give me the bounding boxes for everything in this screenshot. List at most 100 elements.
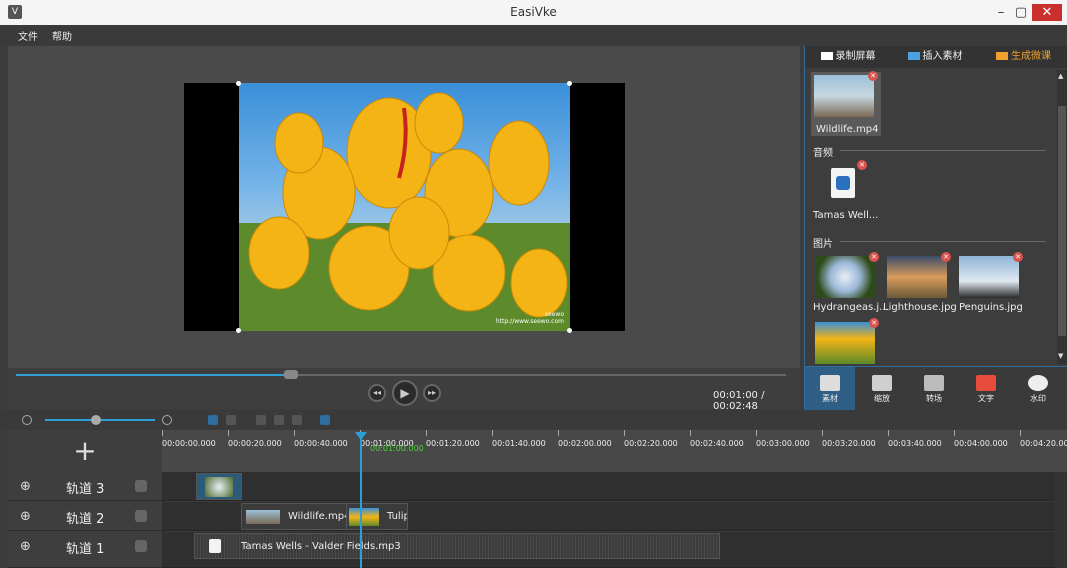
playhead-time: 00:01:00.000 xyxy=(370,444,424,453)
timeline-clip-audio[interactable]: Tamas Wells - Valder Fields.mp3 xyxy=(194,533,720,559)
media-scrollbar-thumb[interactable] xyxy=(1058,106,1066,336)
tool-watermark[interactable]: 水印 xyxy=(1013,367,1063,411)
video-frame[interactable]: seewo http://www.seewo.com xyxy=(184,81,625,333)
timeline-tick-label: 00:00:20.000 xyxy=(228,439,282,448)
track-visibility-icon[interactable]: ⊕ xyxy=(20,479,31,494)
timeline-tick xyxy=(294,430,295,436)
image-thumbnail: ✕ xyxy=(815,252,879,298)
delete-icon[interactable] xyxy=(320,415,330,425)
media-item-video[interactable]: ✕ Wildlife.mp4 xyxy=(811,71,881,136)
crop-handle[interactable] xyxy=(236,328,241,333)
video-image: seewo http://www.seewo.com xyxy=(239,83,570,331)
timeline-tick xyxy=(822,430,823,436)
scroll-down-icon[interactable]: ▼ xyxy=(1058,352,1063,360)
tab-record-screen[interactable]: 录制屏幕 xyxy=(805,46,891,68)
timeline-tick-label: 00:00:40.000 xyxy=(294,439,348,448)
track-header-1: ⊕ 轨道 1 xyxy=(8,532,162,568)
remove-icon[interactable]: ✕ xyxy=(869,318,879,328)
timeline-clip-image[interactable] xyxy=(196,473,242,500)
watermark-icon xyxy=(1028,375,1048,391)
restore-button[interactable]: ▢ xyxy=(1008,3,1034,22)
rewind-button[interactable]: ◂◂ xyxy=(368,384,386,402)
tool-transition[interactable]: 转场 xyxy=(909,367,959,411)
crop-handle[interactable] xyxy=(567,81,572,86)
tool-media[interactable]: 素材 xyxy=(805,367,855,411)
timeline-tick xyxy=(756,430,757,436)
timeline-tick-label: 00:02:20.000 xyxy=(624,439,678,448)
remove-icon[interactable]: ✕ xyxy=(868,71,878,81)
media-item-image[interactable]: ✕ xyxy=(815,318,879,364)
menu-file[interactable]: 文件 xyxy=(18,28,38,43)
media-item-image[interactable]: ✕ Penguins.jpg xyxy=(959,252,1023,313)
crop-handle[interactable] xyxy=(567,328,572,333)
timeline-tick-label: 00:04:20.000 xyxy=(1020,439,1067,448)
remove-icon[interactable]: ✕ xyxy=(857,160,867,170)
timeline-scrollbar[interactable] xyxy=(1055,472,1067,568)
close-button[interactable]: ✕ xyxy=(1032,4,1062,21)
remove-icon[interactable]: ✕ xyxy=(1013,252,1023,262)
timeline-tick xyxy=(162,430,163,436)
timeline-tick xyxy=(426,430,427,436)
monitor-icon xyxy=(872,375,892,391)
playback-controls: ◂◂ ▶ ▸▸ 00:01:00 / 00:02:48 xyxy=(8,368,800,412)
remove-icon[interactable]: ✕ xyxy=(869,252,879,262)
timeline-clip-video[interactable]: Wildlife.mp4 xyxy=(241,503,349,530)
zoom-out-icon[interactable] xyxy=(22,415,32,425)
tool-zoom[interactable]: 缩放 xyxy=(857,367,907,411)
lock-icon[interactable] xyxy=(135,510,147,522)
track-body-3[interactable] xyxy=(162,472,1055,501)
media-item-audio[interactable]: ✕ Tamas Well... xyxy=(813,160,878,222)
track-body-1[interactable]: Tamas Wells - Valder Fields.mp3 xyxy=(162,532,1055,568)
tool-text[interactable]: 文字 xyxy=(961,367,1011,411)
media-list: ✕ Wildlife.mp4 音频 ✕ Tamas Well... 图片 ✕ H… xyxy=(808,70,1052,364)
timeline-tick xyxy=(1020,430,1021,436)
timeline-tick-label: 00:02:00.000 xyxy=(558,439,612,448)
crop-handle[interactable] xyxy=(236,81,241,86)
media-panel: 录制屏幕 插入素材 生成微课 ✕ Wildlife.mp4 音频 ✕ Tamas… xyxy=(804,46,1067,411)
timeline-tick xyxy=(228,430,229,436)
track-header-3: ⊕ 轨道 3 xyxy=(8,472,162,501)
video-preview-area: seewo http://www.seewo.com xyxy=(8,46,800,368)
camera-icon xyxy=(820,375,840,391)
media-item-image[interactable]: ✕ Hydrangeas.j... xyxy=(813,252,889,313)
timeline-tick-label: 00:01:40.000 xyxy=(492,439,546,448)
menu-help[interactable]: 帮助 xyxy=(52,28,72,43)
track-body-2[interactable]: Wildlife.mp4 Tulip xyxy=(162,502,1055,531)
play-button[interactable]: ▶ xyxy=(392,380,418,406)
scroll-up-icon[interactable]: ▲ xyxy=(1058,72,1063,80)
timeline-tick xyxy=(558,430,559,436)
timeline-tick-label: 00:03:40.000 xyxy=(888,439,942,448)
edit-icon[interactable] xyxy=(256,415,266,425)
media-item-image[interactable]: ✕ Lighthouse.jpg xyxy=(883,252,957,313)
cut-icon[interactable] xyxy=(292,415,302,425)
clip-thumbnail xyxy=(349,508,379,526)
timeline-tick xyxy=(954,430,955,436)
playhead[interactable] xyxy=(360,434,362,568)
tab-generate-lesson[interactable]: 生成微课 xyxy=(979,46,1067,68)
timeline-tick xyxy=(624,430,625,436)
track-visibility-icon[interactable]: ⊕ xyxy=(20,509,31,524)
copy-icon[interactable] xyxy=(274,415,284,425)
tab-insert-media[interactable]: 插入素材 xyxy=(891,46,979,68)
lock-icon[interactable] xyxy=(135,540,147,552)
progress-knob[interactable] xyxy=(283,370,298,379)
redo-icon[interactable] xyxy=(226,415,236,425)
timeline-tick-label: 00:02:40.000 xyxy=(690,439,744,448)
track-visibility-icon[interactable]: ⊕ xyxy=(20,539,31,554)
clip-thumbnail xyxy=(205,477,233,497)
image-thumbnail: ✕ xyxy=(959,252,1023,298)
add-track-button[interactable]: + xyxy=(8,430,162,472)
image-icon xyxy=(907,52,920,60)
forward-button[interactable]: ▸▸ xyxy=(423,384,441,402)
timeline-ruler[interactable]: 00:00:00.000 00:00:20.000 00:00:40.000 00:0… xyxy=(162,430,1067,472)
timeline-clip-image[interactable]: Tulip xyxy=(346,503,408,530)
zoom-slider-knob[interactable] xyxy=(91,415,101,425)
progress-fill xyxy=(16,374,291,376)
zoom-in-icon[interactable] xyxy=(162,415,172,425)
remove-icon[interactable]: ✕ xyxy=(941,252,951,262)
title-bar: V EasiVke – ▢ ✕ xyxy=(0,0,1067,25)
audio-file-icon xyxy=(209,539,221,553)
lock-icon[interactable] xyxy=(135,480,147,492)
undo-icon[interactable] xyxy=(208,415,218,425)
image-thumbnail: ✕ xyxy=(815,318,879,364)
